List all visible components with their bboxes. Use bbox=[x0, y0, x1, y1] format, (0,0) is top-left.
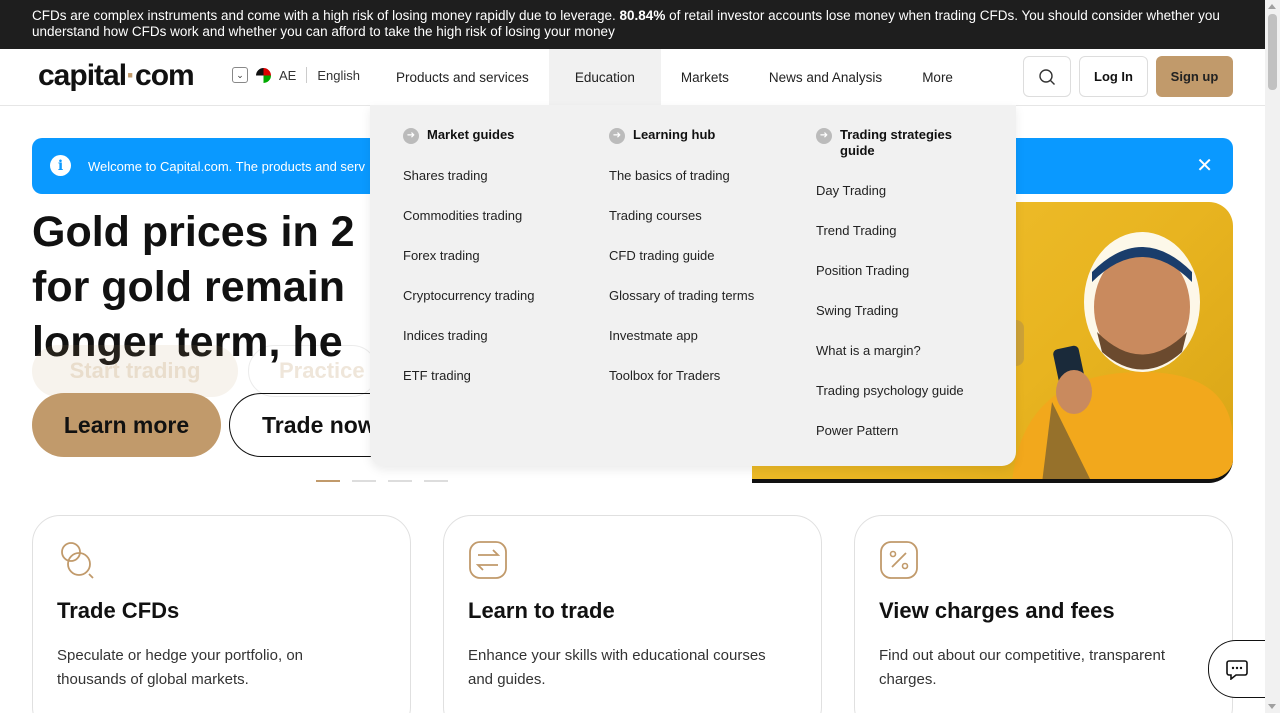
scroll-thumb[interactable] bbox=[1268, 14, 1277, 90]
logo-dot: · bbox=[126, 59, 136, 92]
market-guides-heading[interactable]: ➜ Market guides bbox=[403, 127, 535, 144]
login-button[interactable]: Log In bbox=[1079, 56, 1148, 97]
card-learn-to-trade[interactable]: Learn to trade Enhance your skills with … bbox=[443, 515, 822, 713]
ghost-practice-button: Practice bbox=[248, 345, 378, 397]
card-text: Speculate or hedge your portfolio, on th… bbox=[57, 647, 303, 688]
card-title: Trade CFDs bbox=[57, 598, 180, 623]
nav-products[interactable]: Products and services bbox=[376, 49, 549, 105]
site-header: capital·com ⌄ AE English Products and se… bbox=[0, 49, 1265, 106]
menu-link-position-trading[interactable]: Position Trading bbox=[816, 262, 964, 302]
card-title: Learn to trade bbox=[468, 598, 615, 623]
signup-button[interactable]: Sign up bbox=[1156, 56, 1233, 97]
card-text: Find out about our competitive, transpar… bbox=[879, 647, 1165, 688]
heading-line-1: Trading strategies bbox=[840, 127, 952, 142]
heading-line-2: guide bbox=[840, 143, 875, 158]
menu-link-commodities-trading[interactable]: Commodities trading bbox=[403, 207, 535, 247]
search-button[interactable] bbox=[1023, 56, 1071, 97]
learning-hub-heading[interactable]: ➜ Learning hub bbox=[609, 127, 754, 144]
carousel-pagination bbox=[316, 480, 448, 482]
carousel-dot[interactable] bbox=[316, 480, 340, 482]
learning-hub-column: ➜ Learning hub The basics of trading Tra… bbox=[609, 127, 754, 407]
menu-link-basics-of-trading[interactable]: The basics of trading bbox=[609, 167, 754, 207]
country-code: AE bbox=[279, 67, 297, 83]
menu-link-forex-trading[interactable]: Forex trading bbox=[403, 247, 535, 287]
column-heading-label: Market guides bbox=[427, 127, 515, 142]
nav-more[interactable]: More bbox=[902, 49, 973, 105]
card-title: View charges and fees bbox=[879, 598, 1115, 623]
column-heading-label: Learning hub bbox=[633, 127, 716, 142]
uae-flag-icon bbox=[256, 67, 271, 83]
capital-logo[interactable]: capital·com bbox=[38, 59, 195, 93]
menu-link-day-trading[interactable]: Day Trading bbox=[816, 182, 964, 222]
page-scrollbar[interactable] bbox=[1265, 0, 1280, 713]
ghost-start-trading-button: Start trading bbox=[32, 345, 238, 397]
welcome-text: Welcome to Capital.com. The products and… bbox=[88, 158, 365, 174]
menu-link-glossary[interactable]: Glossary of trading terms bbox=[609, 287, 754, 327]
market-guides-column: ➜ Market guides Shares trading Commoditi… bbox=[403, 127, 535, 407]
education-dropdown: ➜ Market guides Shares trading Commoditi… bbox=[370, 105, 1016, 466]
main-nav: Products and services Education Markets … bbox=[376, 49, 973, 105]
menu-link-trading-psychology[interactable]: Trading psychology guide bbox=[816, 382, 964, 422]
hero-title-line: Gold prices in 2 bbox=[32, 208, 355, 256]
arrow-right-icon: ➜ bbox=[816, 128, 832, 144]
card-charges-and-fees[interactable]: View charges and fees Find out about our… bbox=[854, 515, 1233, 713]
menu-link-cryptocurrency-trading[interactable]: Cryptocurrency trading bbox=[403, 287, 535, 327]
menu-link-trend-trading[interactable]: Trend Trading bbox=[816, 222, 964, 262]
risk-warning-banner: CFDs are complex instruments and come wi… bbox=[0, 0, 1265, 49]
menu-link-swing-trading[interactable]: Swing Trading bbox=[816, 302, 964, 342]
risk-percent: 80.84% bbox=[619, 8, 666, 23]
risk-text-start: CFDs are complex instruments and come wi… bbox=[32, 8, 620, 23]
info-icon: i bbox=[50, 155, 71, 176]
coins-icon bbox=[61, 542, 94, 579]
menu-link-toolbox-for-traders[interactable]: Toolbox for Traders bbox=[609, 367, 754, 407]
menu-link-investmate-app[interactable]: Investmate app bbox=[609, 327, 754, 367]
percent-icon bbox=[880, 541, 918, 579]
arrow-right-icon: ➜ bbox=[403, 128, 419, 144]
chevron-down-icon[interactable]: ⌄ bbox=[232, 67, 248, 83]
nav-news[interactable]: News and Analysis bbox=[749, 49, 902, 105]
learn-more-button[interactable]: Learn more bbox=[32, 393, 221, 457]
carousel-dot[interactable] bbox=[424, 480, 448, 482]
menu-link-trading-courses[interactable]: Trading courses bbox=[609, 207, 754, 247]
nav-markets[interactable]: Markets bbox=[661, 49, 749, 105]
scroll-up-arrow[interactable] bbox=[1268, 4, 1276, 9]
menu-link-what-is-margin[interactable]: What is a margin? bbox=[816, 342, 964, 382]
trading-strategies-heading[interactable]: ➜ Trading strategies guide bbox=[816, 127, 964, 159]
logo-text-b: com bbox=[135, 59, 195, 92]
chat-icon bbox=[1226, 660, 1248, 680]
card-trade-cfds[interactable]: Trade CFDs Speculate or hedge your portf… bbox=[32, 515, 411, 713]
nav-education[interactable]: Education bbox=[548, 49, 661, 105]
close-icon[interactable]: ✕ bbox=[1196, 153, 1213, 178]
menu-link-shares-trading[interactable]: Shares trading bbox=[403, 167, 535, 207]
lang-divider bbox=[306, 67, 308, 83]
hero-title-line: for gold remain bbox=[32, 263, 345, 311]
exchange-icon bbox=[469, 541, 507, 579]
trading-strategies-column: ➜ Trading strategies guide Day Trading Tr… bbox=[816, 127, 964, 462]
carousel-dot[interactable] bbox=[388, 480, 412, 482]
column-heading-label: Trading strategies guide bbox=[840, 127, 952, 159]
carousel-dot[interactable] bbox=[352, 480, 376, 482]
trade-now-button[interactable]: Trade now bbox=[229, 393, 389, 457]
logo-text-a: capital bbox=[38, 59, 127, 92]
chat-widget-button[interactable] bbox=[1208, 640, 1265, 698]
menu-link-power-pattern[interactable]: Power Pattern bbox=[816, 422, 964, 462]
menu-link-indices-trading[interactable]: Indices trading bbox=[403, 327, 535, 367]
menu-link-cfd-trading-guide[interactable]: CFD trading guide bbox=[609, 247, 754, 287]
arrow-right-icon: ➜ bbox=[609, 128, 625, 144]
language-label[interactable]: English bbox=[317, 68, 360, 83]
scroll-down-arrow[interactable] bbox=[1268, 704, 1276, 709]
search-icon bbox=[1039, 68, 1055, 85]
menu-link-etf-trading[interactable]: ETF trading bbox=[403, 367, 535, 407]
language-selector[interactable]: ⌄ AE English bbox=[232, 67, 360, 83]
card-text: Enhance your skills with educational cou… bbox=[468, 647, 766, 688]
